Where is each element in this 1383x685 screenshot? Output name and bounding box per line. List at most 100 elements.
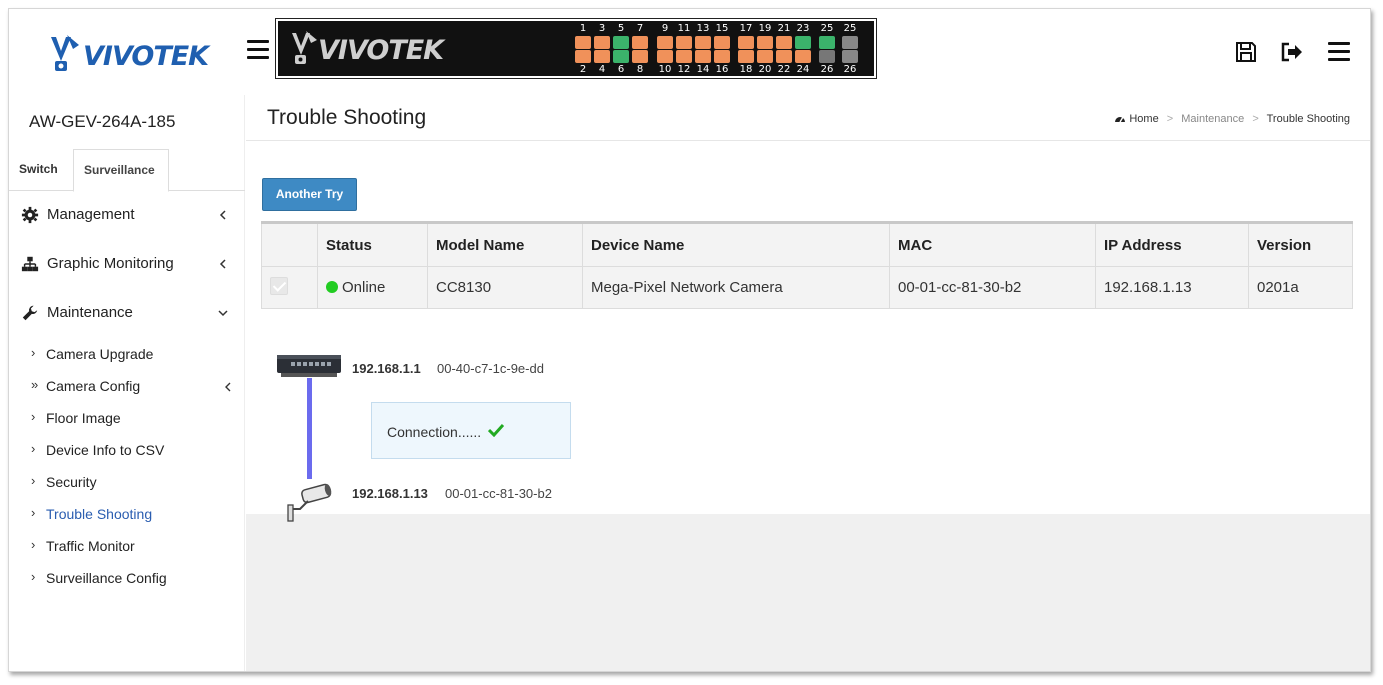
port-indicator[interactable] xyxy=(757,50,773,63)
chevron-right-icon: › xyxy=(31,345,36,360)
connection-line xyxy=(307,378,312,479)
nav-group-label: Graphic Monitoring xyxy=(47,255,174,272)
chevron-right-icon: › xyxy=(31,441,36,456)
column-header-version: Version xyxy=(1248,222,1353,267)
sidebar-toggle-button[interactable] xyxy=(247,40,269,60)
port-number-label: 11 xyxy=(677,23,691,34)
port-indicator[interactable] xyxy=(714,36,730,49)
nav-group-maintenance[interactable]: Maintenance xyxy=(9,294,245,334)
port-number-label: 24 xyxy=(796,64,810,75)
port-indicator[interactable] xyxy=(575,36,591,49)
check-icon xyxy=(488,423,504,437)
row-checkbox[interactable] xyxy=(270,276,288,295)
chevron-down-icon xyxy=(218,310,228,317)
save-icon[interactable] xyxy=(1234,40,1258,64)
sidebar-item-camera-config[interactable]: » Camera Config xyxy=(31,376,245,400)
menu-icon[interactable] xyxy=(1328,42,1350,62)
port-indicator[interactable] xyxy=(676,36,692,49)
sidebar-item-label: Security xyxy=(46,474,97,490)
port-indicator[interactable] xyxy=(842,36,858,49)
port-indicator[interactable] xyxy=(776,36,792,49)
port-indicator[interactable] xyxy=(819,50,835,63)
breadcrumb: Home > Maintenance > Trouble Shooting xyxy=(1114,113,1350,125)
switch-ip: 192.168.1.1 xyxy=(352,361,421,376)
port-indicator[interactable] xyxy=(795,50,811,63)
sidebar-item-label: Camera Config xyxy=(46,378,141,394)
port-indicator[interactable] xyxy=(657,50,673,63)
port-number-label: 17 xyxy=(739,23,753,34)
ip-cell: 192.168.1.13 xyxy=(1095,266,1249,309)
port-indicator[interactable] xyxy=(613,50,629,63)
sidebar-item-label: Camera Upgrade xyxy=(46,346,154,362)
column-header-status: Status xyxy=(317,222,428,267)
port-number-label: 4 xyxy=(598,64,606,75)
port-indicator[interactable] xyxy=(575,50,591,63)
column-header-select xyxy=(261,222,318,267)
port-number-label: 1 xyxy=(579,23,587,34)
port-indicator[interactable] xyxy=(819,36,835,49)
port-number-label: 23 xyxy=(796,23,810,34)
breadcrumb-parent[interactable]: Maintenance xyxy=(1181,113,1244,125)
status-cell: Online xyxy=(317,266,428,309)
chevron-right-icon: › xyxy=(31,505,36,520)
sidebar-item-surveillance-config[interactable]: › Surveillance Config xyxy=(31,568,245,592)
sidebar-item-traffic-monitor[interactable]: › Traffic Monitor xyxy=(31,536,245,560)
port-indicator[interactable] xyxy=(776,50,792,63)
port-indicator[interactable] xyxy=(657,36,673,49)
port-indicator[interactable] xyxy=(695,50,711,63)
sidebar-item-label: Device Info to CSV xyxy=(46,442,165,458)
network-switch-icon xyxy=(277,355,341,377)
connection-label: Connection...... xyxy=(387,424,482,440)
page-title: Trouble Shooting xyxy=(267,106,427,129)
port-indicator[interactable] xyxy=(695,36,711,49)
gear-icon xyxy=(21,206,39,224)
port-number-label: 9 xyxy=(661,23,669,34)
port-number-label: 5 xyxy=(617,23,625,34)
nav-group-label: Maintenance xyxy=(47,304,133,321)
mac-cell: 00-01-cc-81-30-b2 xyxy=(889,266,1096,309)
port-indicator[interactable] xyxy=(632,50,648,63)
chevron-right-icon: › xyxy=(31,569,36,584)
port-indicator[interactable] xyxy=(795,36,811,49)
tab-surveillance[interactable]: Surveillance xyxy=(73,149,169,192)
sitemap-icon xyxy=(21,256,39,272)
table-row[interactable]: Online CC8130 Mega-Pixel Network Camera … xyxy=(261,266,1353,309)
sidebar-item-camera-upgrade[interactable]: › Camera Upgrade xyxy=(31,344,245,368)
nav-group-management[interactable]: Management xyxy=(9,196,245,236)
logout-icon[interactable] xyxy=(1280,40,1304,64)
logo-mark-icon xyxy=(51,35,79,71)
top-bar: VIVOTEK VIVOTEK 1 2 3 4 5 6 7 8 9 10 11 12 13 14 15 16 1… xyxy=(9,9,1370,95)
another-try-button[interactable]: Another Try xyxy=(262,178,357,211)
port-number-label: 19 xyxy=(758,23,772,34)
row-select-cell xyxy=(261,266,318,309)
port-number-label: 14 xyxy=(696,64,710,75)
port-indicator[interactable] xyxy=(594,50,610,63)
port-indicator[interactable] xyxy=(594,36,610,49)
port-number-label: 8 xyxy=(636,64,644,75)
camera-mac: 00-01-cc-81-30-b2 xyxy=(445,486,552,501)
connection-status-box: Connection...... xyxy=(371,402,571,459)
port-number-label: 6 xyxy=(617,64,625,75)
sidebar-item-floor-image[interactable]: › Floor Image xyxy=(31,408,245,432)
sidebar-item-device-info-to-csv[interactable]: › Device Info to CSV xyxy=(31,440,245,464)
nav-group-graphic-monitoring[interactable]: Graphic Monitoring xyxy=(9,245,245,285)
tab-switch[interactable]: Switch xyxy=(9,149,68,191)
sidebar-item-label: Trouble Shooting xyxy=(46,506,153,522)
port-indicator[interactable] xyxy=(714,50,730,63)
vivotek-logo[interactable]: VIVOTEK xyxy=(49,31,209,75)
port-indicator[interactable] xyxy=(632,36,648,49)
model-cell: CC8130 xyxy=(427,266,583,309)
port-indicator[interactable] xyxy=(613,36,629,49)
sidebar-item-trouble-shooting[interactable]: › Trouble Shooting xyxy=(31,504,245,528)
breadcrumb-home[interactable]: Home xyxy=(1129,113,1158,125)
port-indicator[interactable] xyxy=(738,36,754,49)
port-indicator[interactable] xyxy=(676,50,692,63)
port-indicator[interactable] xyxy=(842,50,858,63)
nav-group-label: Management xyxy=(47,206,135,223)
port-number-label: 3 xyxy=(598,23,606,34)
sidebar-item-security[interactable]: › Security xyxy=(31,472,245,496)
double-chevron-right-icon: » xyxy=(31,377,39,392)
chevron-left-icon xyxy=(219,210,226,220)
port-indicator[interactable] xyxy=(757,36,773,49)
port-indicator[interactable] xyxy=(738,50,754,63)
